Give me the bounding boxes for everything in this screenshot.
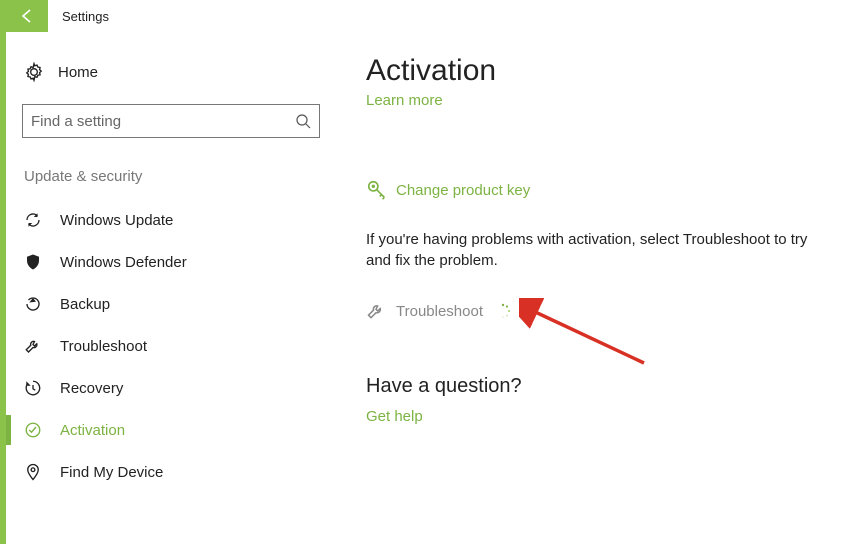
sidebar-item-activation[interactable]: Activation (6, 409, 324, 451)
gear-icon (24, 62, 52, 82)
home-label: Home (52, 64, 98, 81)
recovery-icon (24, 379, 52, 397)
key-icon (366, 179, 396, 201)
back-button[interactable] (6, 0, 48, 32)
sidebar-item-label: Windows Defender (52, 254, 187, 271)
activation-description: If you're having problems with activatio… (366, 229, 823, 271)
sync-icon (24, 211, 52, 229)
spinner-icon (495, 303, 511, 319)
sidebar-item-label: Recovery (52, 380, 123, 397)
change-product-key-link[interactable]: Change product key (366, 179, 823, 201)
page-title: Activation (366, 54, 823, 88)
sidebar-item-find-my-device[interactable]: Find My Device (6, 451, 324, 493)
learn-more-link[interactable]: Learn more (366, 92, 823, 109)
sidebar-item-label: Activation (52, 422, 125, 439)
app-title: Settings (48, 9, 109, 24)
sidebar-item-windows-defender[interactable]: Windows Defender (6, 241, 324, 283)
sidebar-item-troubleshoot[interactable]: Troubleshoot (6, 325, 324, 367)
question-title: Have a question? (366, 375, 823, 398)
main-content: Activation Learn more Change product key… (336, 32, 853, 544)
troubleshoot-button[interactable]: Troubleshoot (366, 301, 823, 321)
search-icon (295, 113, 311, 129)
backup-icon (24, 295, 52, 313)
check-circle-icon (24, 421, 52, 439)
search-input-container[interactable] (22, 104, 320, 138)
shield-icon (24, 253, 52, 271)
sidebar-item-windows-update[interactable]: Windows Update (6, 199, 324, 241)
sidebar-item-label: Windows Update (52, 212, 173, 229)
sidebar: Home Update & security Windows Update Wi… (6, 32, 336, 544)
sidebar-item-backup[interactable]: Backup (6, 283, 324, 325)
search-input[interactable] (31, 113, 295, 130)
location-icon (24, 463, 52, 481)
sidebar-item-recovery[interactable]: Recovery (6, 367, 324, 409)
change-product-key-label: Change product key (396, 182, 530, 199)
title-bar: Settings (6, 0, 853, 32)
wrench-icon (24, 337, 52, 355)
section-label: Update & security (18, 168, 324, 199)
wrench-icon (366, 301, 396, 321)
get-help-link[interactable]: Get help (366, 408, 823, 425)
home-button[interactable]: Home (18, 54, 324, 90)
troubleshoot-label: Troubleshoot (396, 303, 483, 320)
sidebar-item-label: Backup (52, 296, 110, 313)
sidebar-item-label: Find My Device (52, 464, 163, 481)
sidebar-item-label: Troubleshoot (52, 338, 147, 355)
